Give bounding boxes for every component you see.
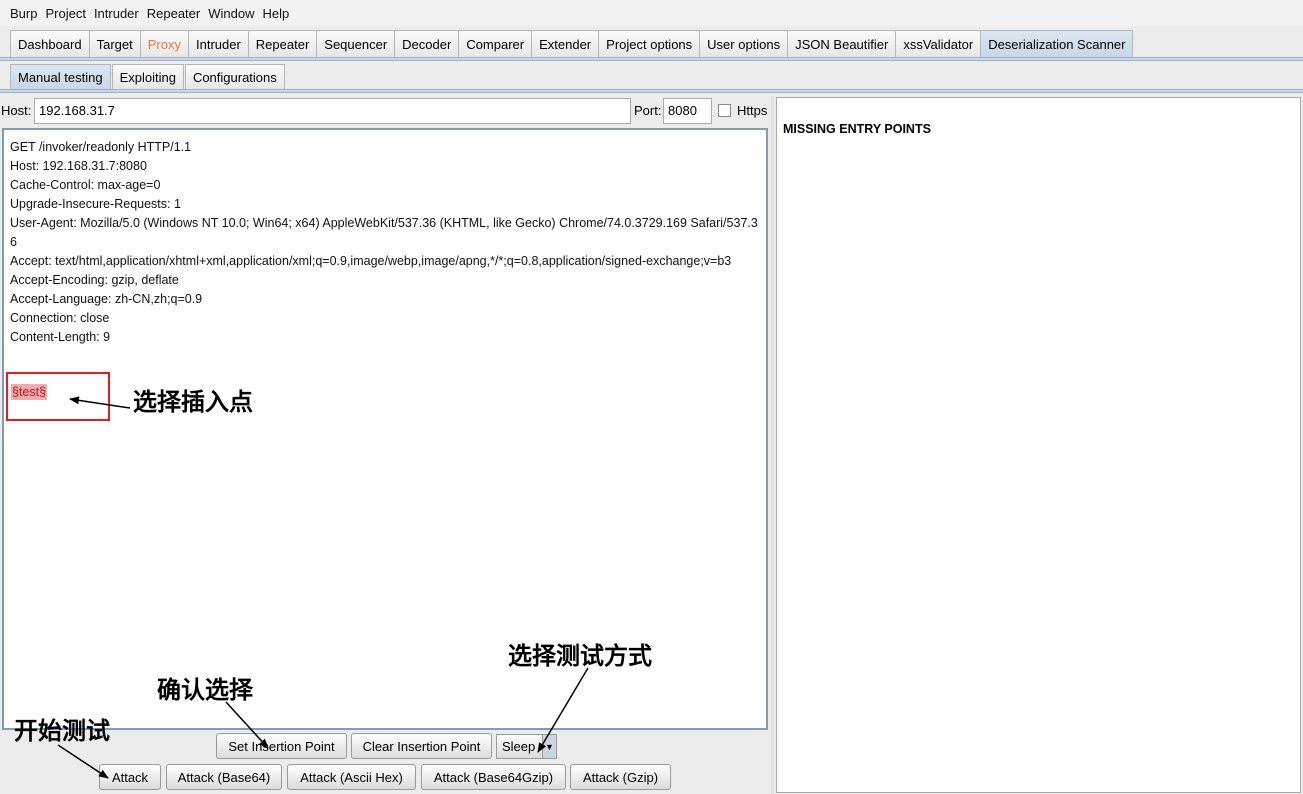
set-insertion-point-button[interactable]: Set Insertion Point — [216, 733, 347, 759]
menu-window[interactable]: Window — [204, 6, 258, 21]
menu-intruder[interactable]: Intruder — [90, 6, 143, 21]
attack-base64gzip-button[interactable]: Attack (Base64Gzip) — [421, 764, 566, 790]
menu-help[interactable]: Help — [258, 6, 293, 21]
menu-burp[interactable]: Burp — [6, 6, 41, 21]
annotation-select-mode: 选择测试方式 — [508, 642, 652, 670]
menu-project[interactable]: Project — [41, 6, 89, 21]
attack-ascii-hex-button[interactable]: Attack (Ascii Hex) — [287, 764, 416, 790]
split-pane-divider[interactable] — [771, 96, 774, 794]
chevron-down-icon[interactable]: ▼ — [542, 735, 556, 758]
annotation-confirm: 确认选择 — [157, 676, 253, 704]
https-checkbox[interactable] — [718, 104, 731, 117]
results-title: MISSING ENTRY POINTS — [783, 122, 931, 136]
clear-insertion-point-button[interactable]: Clear Insertion Point — [351, 733, 492, 759]
tab-exploiting[interactable]: Exploiting — [111, 64, 184, 90]
tab-proxy[interactable]: Proxy — [139, 30, 189, 58]
main-tab-bar: Dashboard Target Proxy Intruder Repeater… — [10, 30, 1134, 58]
sub-tab-bar: Manual testing Exploiting Configurations — [10, 64, 286, 90]
annotation-select-insertion: 选择插入点 — [133, 388, 253, 416]
tab-extender[interactable]: Extender — [531, 30, 600, 58]
annotation-start: 开始测试 — [14, 717, 110, 745]
tab-sequencer[interactable]: Sequencer — [316, 30, 396, 58]
tab-configurations[interactable]: Configurations — [184, 64, 285, 90]
request-text: GET /invoker/readonly HTTP/1.1 Host: 192… — [10, 140, 758, 344]
tab-intruder[interactable]: Intruder — [187, 30, 249, 58]
sub-tab-divider — [0, 89, 1303, 93]
tab-comparer[interactable]: Comparer — [458, 30, 533, 58]
tab-decoder[interactable]: Decoder — [394, 30, 460, 58]
tab-json-beautifier[interactable]: JSON Beautifier — [787, 30, 897, 58]
attack-gzip-button[interactable]: Attack (Gzip) — [570, 764, 671, 790]
tab-target[interactable]: Target — [88, 30, 141, 58]
tab-dashboard[interactable]: Dashboard — [10, 30, 90, 58]
https-label: Https — [737, 103, 768, 118]
menu-bar: Burp Project Intruder Repeater Window He… — [0, 0, 1303, 26]
port-label: Port: — [634, 103, 662, 118]
tab-project-options[interactable]: Project options — [598, 30, 701, 58]
attack-base64-button[interactable]: Attack (Base64) — [166, 764, 282, 790]
port-input[interactable]: 8080 — [663, 98, 712, 124]
tab-manual-testing[interactable]: Manual testing — [10, 64, 111, 90]
host-label: Host: — [1, 103, 32, 118]
menu-repeater[interactable]: Repeater — [143, 6, 204, 21]
results-panel: MISSING ENTRY POINTS — [776, 97, 1301, 793]
test-mode-select[interactable]: Sleep ▼ — [496, 734, 557, 759]
tab-xssvalidator[interactable]: xssValidator — [895, 30, 982, 58]
test-mode-value: Sleep — [502, 739, 536, 754]
request-editor[interactable]: GET /invoker/readonly HTTP/1.1 Host: 192… — [2, 128, 768, 730]
attack-button[interactable]: Attack — [99, 764, 161, 790]
tab-deserialization-scanner[interactable]: Deserialization Scanner — [980, 30, 1134, 58]
main-tab-divider — [0, 57, 1303, 61]
tab-user-options[interactable]: User options — [699, 30, 789, 58]
host-input[interactable]: 192.168.31.7 — [34, 98, 631, 124]
annotation-highlight-box — [6, 372, 110, 421]
tab-repeater[interactable]: Repeater — [247, 30, 318, 58]
